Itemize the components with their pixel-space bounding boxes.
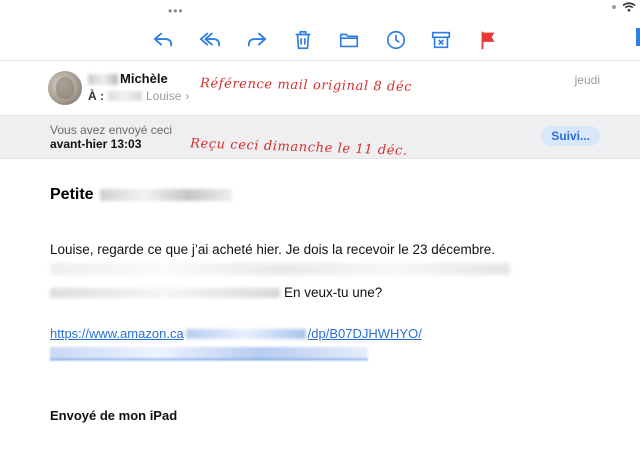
redacted-body-fragment	[50, 287, 280, 298]
redacted-body-line-2	[50, 263, 510, 275]
move-to-folder-button[interactable]	[336, 27, 362, 53]
status-icons	[612, 2, 636, 12]
sidebar-edge	[636, 28, 640, 46]
handwritten-note-1: Référence mail original 8 déc	[199, 76, 413, 95]
message-subject: Petite	[50, 186, 232, 204]
chevron-right-icon: ›	[185, 89, 190, 103]
redacted-recipient-first	[108, 91, 142, 101]
follow-up-button[interactable]: Suivi...	[541, 126, 600, 146]
archive-icon	[431, 31, 451, 49]
redacted-link-part[interactable]	[185, 328, 306, 339]
trash-icon	[295, 30, 311, 50]
body-line-1: Louise, regarde ce que j’ai acheté hier.…	[50, 242, 496, 257]
clock-icon	[386, 30, 406, 50]
multitask-dots[interactable]: •••	[168, 4, 184, 18]
body-line-3: En veux-tu une?	[50, 285, 382, 300]
sender-name: Michèle	[120, 71, 168, 86]
product-link[interactable]: https://www.amazon.ca /dp/B07DJHWHYO/	[50, 326, 422, 341]
message-toolbar	[0, 22, 640, 58]
archive-button[interactable]	[428, 27, 454, 53]
link-start[interactable]: https://www.amazon.ca	[50, 326, 184, 341]
wifi-icon	[622, 2, 636, 12]
reply-all-button[interactable]	[197, 27, 223, 53]
recipient-name: Louise	[146, 89, 182, 103]
reply-icon	[153, 32, 173, 47]
signature: Envoyé de mon iPad	[50, 408, 178, 423]
to-label: À :	[88, 89, 104, 103]
reply-button[interactable]	[150, 27, 176, 53]
recipient-row[interactable]: À : Louise ›	[88, 89, 189, 103]
forward-icon	[247, 32, 267, 47]
sent-time: avant-hier 13:03	[50, 137, 142, 151]
status-dot	[612, 5, 616, 9]
flag-button[interactable]	[475, 27, 501, 53]
flag-icon	[481, 31, 495, 50]
redacted-subject	[99, 189, 232, 201]
folder-icon	[339, 33, 359, 48]
remind-me-button[interactable]	[383, 27, 409, 53]
sender-name-row[interactable]: Michèle	[88, 71, 168, 86]
forward-button[interactable]	[244, 27, 270, 53]
mail-screen: ••• Michèle À: Louise › jeudi Référence…	[0, 0, 640, 452]
message-date: jeudi	[574, 73, 600, 87]
link-end[interactable]: /dp/B07DJHWHYO/	[308, 326, 422, 341]
sender-avatar[interactable]	[48, 71, 82, 105]
redacted-first-name	[88, 74, 118, 86]
divider	[0, 60, 640, 61]
sent-label: Vous avez envoyé ceci	[50, 123, 173, 137]
subject-text: Petite	[50, 186, 94, 203]
body-line-3-text: En veux-tu une?	[284, 285, 383, 300]
product-link-continuation[interactable]	[50, 347, 368, 360]
trash-button[interactable]	[290, 27, 316, 53]
reply-all-icon	[199, 32, 221, 47]
